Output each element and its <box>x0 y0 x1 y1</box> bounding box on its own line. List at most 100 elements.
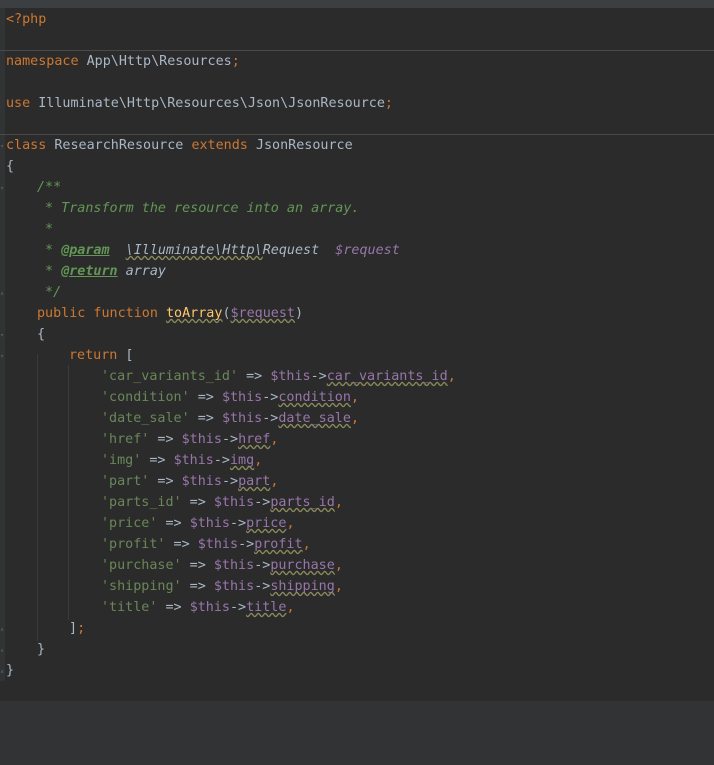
array-item-line[interactable]: 'price' => $this->price, <box>101 513 295 534</box>
code-line[interactable]: <?php <box>6 9 46 30</box>
comma: , <box>350 390 359 405</box>
array-key: 'href' <box>101 432 150 447</box>
comma: , <box>270 432 279 447</box>
array-key: 'parts_id' <box>101 495 182 510</box>
array-item-line[interactable]: 'date_sale' => $this->date_sale, <box>101 408 359 429</box>
this-variable: $this <box>197 537 239 552</box>
fold-marker-icon[interactable]: ▿ <box>0 185 5 192</box>
array-key: 'title' <box>101 600 158 615</box>
code-line[interactable]: use Illuminate\Http\Resources\Json\JsonR… <box>6 93 393 114</box>
this-variable: $this <box>221 411 263 426</box>
array-item-line[interactable]: 'parts_id' => $this->parts_id, <box>101 492 343 513</box>
property-name: img <box>230 453 255 468</box>
code-line[interactable]: * @param \Illuminate\Http\Request $reque… <box>37 240 400 261</box>
array-key: 'car_variants_id' <box>101 369 239 384</box>
fold-marker-icon[interactable]: ▵ <box>0 290 5 297</box>
array-item-line[interactable]: 'title' => $this->title, <box>101 597 295 618</box>
code-line[interactable]: */ <box>37 282 61 303</box>
comma: , <box>334 495 343 510</box>
property-name: parts_id <box>270 495 335 510</box>
comma: , <box>286 516 295 531</box>
property-name: purchase <box>270 558 335 573</box>
fold-marker-icon[interactable]: ▵ <box>0 668 5 675</box>
code-line[interactable]: * <box>37 219 53 240</box>
doc-comment: * <box>37 264 62 279</box>
keyword: return <box>69 348 118 363</box>
property-name: date_sale <box>278 411 351 426</box>
arrow-operator: => <box>181 558 214 573</box>
this-variable: $this <box>181 432 222 447</box>
code-line[interactable]: ]; <box>69 618 85 639</box>
parameter: $request <box>230 306 296 321</box>
array-item-line[interactable]: 'purchase' => $this->purchase, <box>101 555 343 576</box>
array-item-line[interactable]: 'img' => $this->img, <box>101 450 262 471</box>
comma: , <box>350 411 359 426</box>
arrow-operator: => <box>157 600 190 615</box>
object-accessor: -> <box>262 390 279 405</box>
doc-comment: */ <box>37 285 62 300</box>
paren: ) <box>295 306 304 321</box>
code-line[interactable]: { <box>6 156 14 177</box>
arrow-operator: => <box>141 453 174 468</box>
code-line[interactable]: namespace App\Http\Resources; <box>6 51 240 72</box>
arrow-operator: => <box>165 537 198 552</box>
array-item-line[interactable]: 'href' => $this->href, <box>101 429 278 450</box>
brace: } <box>37 642 46 657</box>
this-variable: $this <box>221 390 263 405</box>
brace: { <box>6 159 15 174</box>
fold-marker-icon[interactable]: ▿ <box>0 332 5 339</box>
comma: , <box>270 474 279 489</box>
object-accessor: -> <box>254 495 271 510</box>
array-key: 'profit' <box>101 537 166 552</box>
comma: , <box>334 579 343 594</box>
array-item-line[interactable]: 'shipping' => $this->shipping, <box>101 576 343 597</box>
editor-gutter[interactable] <box>0 8 5 681</box>
property-name: title <box>246 600 287 615</box>
code-line[interactable]: * Transform the resource into an array. <box>37 198 359 219</box>
code-line[interactable]: } <box>37 639 45 660</box>
object-accessor: -> <box>262 411 279 426</box>
array-key: 'img' <box>101 453 142 468</box>
object-accessor: -> <box>230 600 247 615</box>
code-line[interactable]: /** <box>37 177 61 198</box>
array-item-line[interactable]: 'car_variants_id' => $this->car_variants… <box>101 366 456 387</box>
array-key: 'condition' <box>101 390 190 405</box>
code-line[interactable]: * @return array <box>37 261 166 282</box>
object-accessor: -> <box>238 537 255 552</box>
property-name: price <box>246 516 287 531</box>
code-editor[interactable]: ▿ ▿ ▵ ▿ ▿ ▵ ▵ ▵ <?php namespace App\Http… <box>0 8 714 681</box>
fold-marker-icon[interactable]: ▿ <box>0 353 5 360</box>
arrow-operator: => <box>181 579 214 594</box>
semicolon: ; <box>384 96 393 111</box>
array-item-line[interactable]: 'part' => $this->part, <box>101 471 278 492</box>
fold-marker-icon[interactable]: ▿ <box>0 143 5 150</box>
fold-marker-icon[interactable]: ▵ <box>0 626 5 633</box>
code-line[interactable]: class ResearchResource extends JsonResou… <box>6 135 353 156</box>
comma: , <box>334 558 343 573</box>
this-variable: $this <box>173 453 214 468</box>
arrow-operator: => <box>149 432 182 447</box>
bracket: [ <box>117 348 134 363</box>
import-path: Illuminate\Http\Resources\Json\JsonResou… <box>30 96 385 111</box>
object-accessor: -> <box>221 474 239 489</box>
fold-marker-icon[interactable]: ▵ <box>0 647 5 654</box>
comma: , <box>447 369 456 384</box>
editor-top-bar <box>0 0 714 8</box>
this-variable: $this <box>189 600 230 615</box>
doc-comment: * <box>37 243 62 258</box>
array-item-line[interactable]: 'condition' => $this->condition, <box>101 387 359 408</box>
bracket: ] <box>69 621 78 636</box>
this-variable: $this <box>181 474 222 489</box>
code-line[interactable]: return [ <box>69 345 134 366</box>
parent-class: JsonResource <box>247 138 353 153</box>
indent-guide <box>68 365 69 620</box>
code-line[interactable]: public function toArray($request) <box>37 303 303 324</box>
doc-comment: * <box>37 222 54 237</box>
php-open-tag: <?php <box>6 12 47 27</box>
doc-space <box>110 243 126 258</box>
code-line[interactable]: { <box>37 324 45 345</box>
code-line[interactable]: } <box>6 660 14 681</box>
array-item-line[interactable]: 'profit' => $this->profit, <box>101 534 311 555</box>
object-accessor: -> <box>213 453 230 468</box>
object-accessor: -> <box>230 516 247 531</box>
